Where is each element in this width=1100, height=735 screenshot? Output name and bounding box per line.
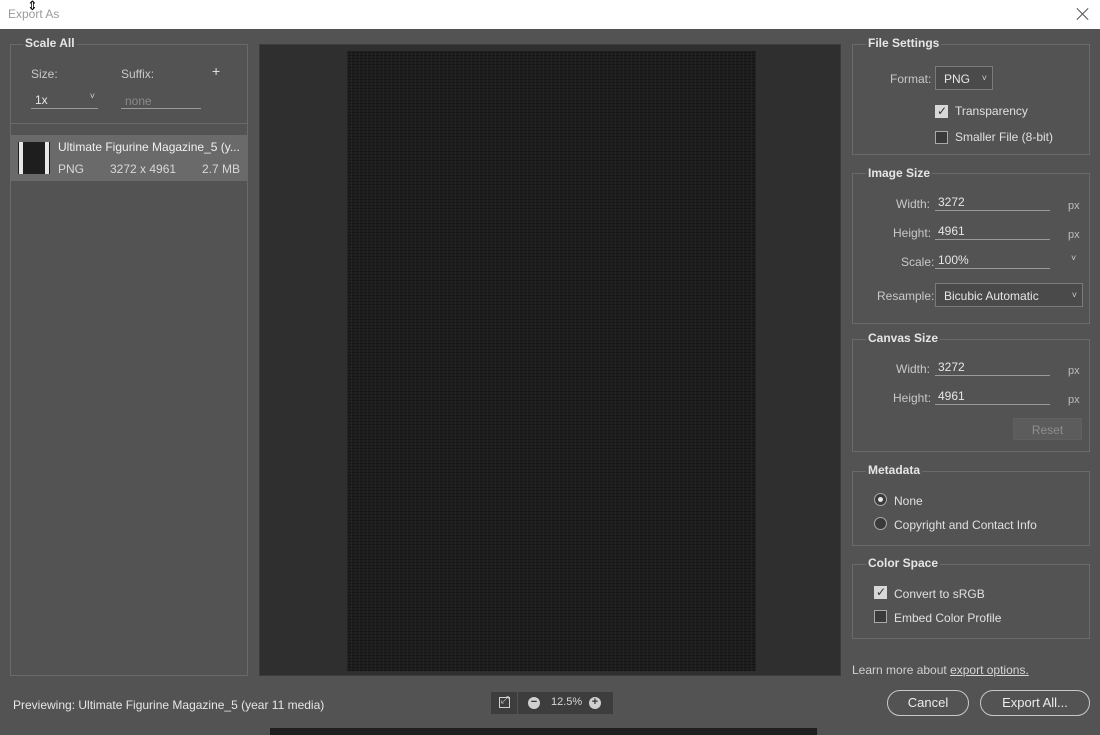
- scale-value: 100%: [938, 253, 969, 267]
- image-height-input[interactable]: 4961: [935, 222, 1050, 240]
- canvas-width-value: 3272: [938, 360, 965, 374]
- image-width-input[interactable]: 3272: [935, 193, 1050, 211]
- image-height-label: Height:: [893, 226, 932, 240]
- image-size-title: Image Size: [866, 166, 933, 180]
- zoom-in-icon[interactable]: +: [589, 697, 601, 709]
- canvas-width-input[interactable]: 3272: [935, 358, 1050, 376]
- smaller-file-label: Smaller File (8-bit): [955, 130, 1054, 144]
- size-dropdown[interactable]: 1x ˅: [31, 90, 98, 109]
- convert-srgb-checkbox[interactable]: [874, 585, 887, 599]
- metadata-copyright-label: Copyright and Contact Info: [894, 518, 1037, 532]
- underlying-canvas-strip: [270, 728, 817, 735]
- scale-all-group: [10, 44, 248, 124]
- size-value: 1x: [35, 93, 48, 107]
- add-scale-button[interactable]: +: [212, 63, 220, 79]
- chevron-down-icon: ˅: [981, 73, 987, 83]
- convert-srgb-label: Convert to sRGB: [894, 587, 985, 601]
- asset-list-item[interactable]: Ultimate Figurine Magazine_5 (y... PNG 3…: [11, 135, 247, 181]
- metadata-copyright-radio[interactable]: [874, 517, 887, 530]
- asset-name: Ultimate Figurine Magazine_5 (y...: [58, 140, 240, 154]
- resample-label: Resample:: [877, 289, 935, 303]
- cursor-icon: ⇕: [27, 0, 38, 13]
- image-width-unit: px: [1068, 200, 1080, 212]
- image-width-value: 3272: [938, 195, 965, 209]
- metadata-group: [852, 471, 1090, 546]
- scale-all-title: Scale All: [23, 36, 77, 50]
- embed-profile-label: Embed Color Profile: [894, 611, 1002, 625]
- preview-image: [347, 51, 756, 671]
- close-icon[interactable]: [1074, 5, 1092, 23]
- learn-more-prefix: Learn more about: [852, 663, 951, 677]
- resample-value: Bicubic Automatic: [944, 289, 1039, 303]
- canvas-height-value: 4961: [938, 389, 965, 403]
- format-label: Format:: [890, 72, 932, 86]
- canvas-height-unit: px: [1068, 394, 1080, 406]
- reset-button[interactable]: Reset: [1013, 418, 1082, 440]
- resample-dropdown[interactable]: Bicubic Automatic ˅: [935, 283, 1083, 307]
- format-value: PNG: [944, 72, 971, 86]
- smaller-file-checkbox[interactable]: [935, 131, 948, 144]
- learn-more-text: Learn more about export options.: [852, 663, 1029, 677]
- image-width-label: Width:: [896, 197, 931, 211]
- chevron-down-icon: ˅: [1071, 290, 1077, 300]
- suffix-label: Suffix:: [121, 67, 155, 81]
- embed-profile-checkbox[interactable]: [874, 610, 887, 623]
- canvas-width-label: Width:: [896, 362, 931, 376]
- scale-chevron-down-icon[interactable]: ˅: [1071, 253, 1076, 263]
- preview-area[interactable]: [259, 44, 841, 676]
- metadata-none-label: None: [894, 494, 923, 508]
- canvas-size-title: Canvas Size: [866, 331, 941, 345]
- metadata-none-radio[interactable]: [874, 493, 887, 506]
- title-bar: Export As ⇕: [0, 0, 1100, 29]
- fit-view-button[interactable]: ⤢: [491, 692, 517, 714]
- canvas-height-label: Height:: [893, 391, 932, 405]
- format-dropdown[interactable]: PNG ˅: [935, 66, 993, 90]
- zoom-value[interactable]: 12.5%: [551, 696, 582, 708]
- scale-label: Scale:: [901, 255, 935, 269]
- asset-filesize: 2.7 MB: [202, 162, 241, 176]
- image-height-value: 4961: [938, 224, 965, 238]
- export-as-dialog: Scale All Size: Suffix: + 1x ˅ none Ulti…: [0, 29, 1100, 735]
- scale-input[interactable]: 100%: [935, 251, 1050, 269]
- color-space-title: Color Space: [866, 556, 941, 570]
- size-label: Size:: [31, 67, 58, 81]
- zoom-out-icon[interactable]: −: [528, 697, 540, 709]
- canvas-width-unit: px: [1068, 365, 1080, 377]
- file-settings-title: File Settings: [866, 36, 942, 50]
- asset-dimensions: 3272 x 4961: [110, 162, 177, 176]
- export-all-button[interactable]: Export All...: [980, 690, 1090, 716]
- zoom-field: − 12.5% +: [518, 692, 613, 714]
- asset-thumbnail: [18, 142, 50, 174]
- color-space-group: [852, 564, 1090, 639]
- image-height-unit: px: [1068, 229, 1080, 241]
- previewing-text: Previewing: Ultimate Figurine Magazine_5…: [13, 698, 325, 712]
- chevron-down-icon: ˅: [89, 91, 95, 101]
- export-options-link[interactable]: export options.: [950, 663, 1029, 677]
- transparency-label: Transparency: [955, 104, 1028, 118]
- transparency-checkbox[interactable]: [935, 104, 948, 118]
- suffix-placeholder: none: [125, 94, 152, 108]
- asset-format: PNG: [58, 162, 85, 176]
- metadata-title: Metadata: [866, 463, 923, 477]
- suffix-input[interactable]: none: [121, 90, 201, 109]
- canvas-height-input[interactable]: 4961: [935, 387, 1050, 405]
- cancel-button[interactable]: Cancel: [887, 690, 969, 716]
